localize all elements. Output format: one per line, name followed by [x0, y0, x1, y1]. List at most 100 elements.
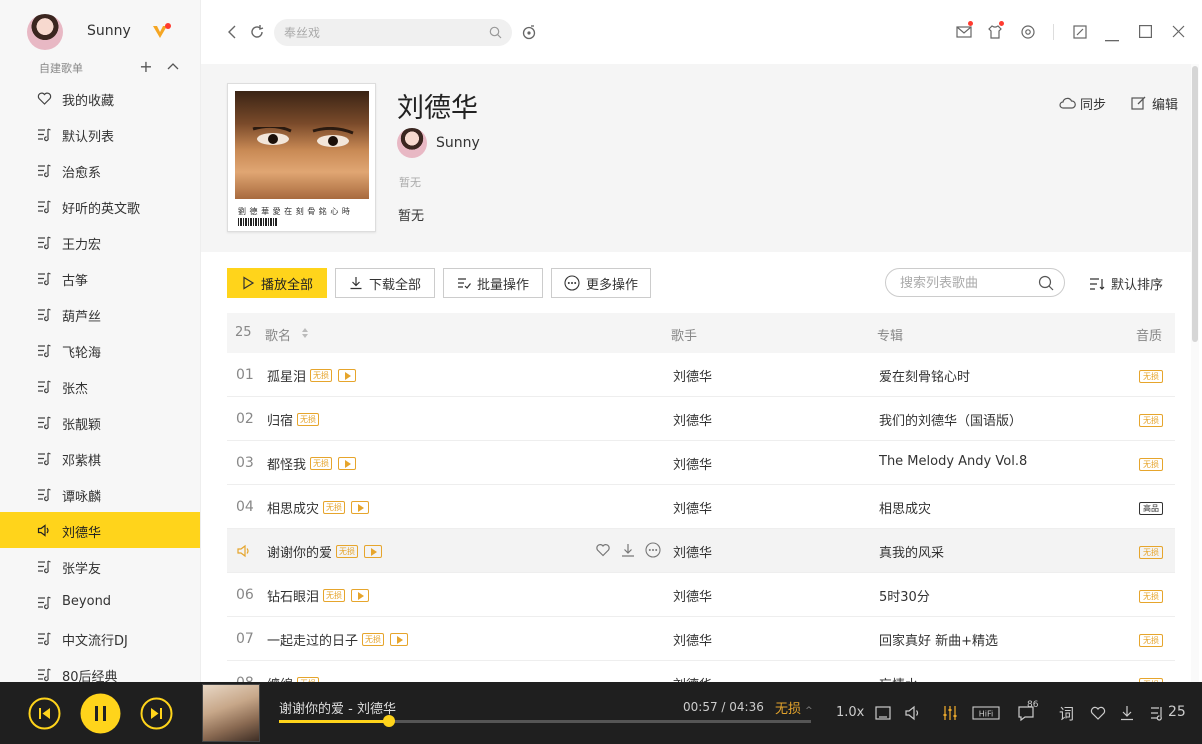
album-cell[interactable]: 回家真好 新曲+精选: [879, 630, 998, 649]
playlist-cover[interactable]: 劉 德 華 愛 在 刻 骨 銘 心 時: [227, 83, 376, 232]
sidebar-item[interactable]: 中文流行DJ: [0, 620, 200, 656]
maximize-icon[interactable]: [1139, 25, 1153, 39]
song-cell[interactable]: 归宿 无损: [267, 410, 320, 429]
song-recognition-icon[interactable]: [521, 24, 537, 40]
artist-cell[interactable]: 刘德华: [673, 542, 712, 561]
desktop-lyrics-icon[interactable]: [874, 704, 892, 722]
sidebar-item[interactable]: 默认列表: [0, 116, 200, 152]
sidebar-item[interactable]: 张靓颖: [0, 404, 200, 440]
avatar[interactable]: [27, 14, 63, 50]
sidebar-item[interactable]: 飞轮海: [0, 332, 200, 368]
download-all-button[interactable]: 下载全部: [335, 268, 435, 298]
artist-cell[interactable]: 刘德华: [673, 498, 712, 517]
search-icon[interactable]: [1038, 275, 1054, 291]
next-button[interactable]: [140, 697, 173, 730]
mv-play-icon[interactable]: [351, 501, 370, 514]
table-row[interactable]: 06 钻石眼泪 无损 刘德华 5时30分 无损: [227, 573, 1175, 617]
equalizer-icon[interactable]: [941, 704, 959, 722]
sidebar-item[interactable]: 谭咏麟: [0, 476, 200, 512]
song-title[interactable]: 钻石眼泪: [267, 586, 319, 605]
mv-play-icon[interactable]: [338, 369, 357, 382]
skin-icon[interactable]: [987, 24, 1003, 40]
album-cell[interactable]: 相思成灾: [879, 498, 931, 517]
song-cell[interactable]: 孤星泪 无损: [267, 366, 357, 385]
table-row[interactable]: 谢谢你的爱 无损 刘德华 真我的风采 无损: [227, 529, 1175, 573]
more-icon[interactable]: [645, 542, 661, 558]
sidebar-item[interactable]: 张杰: [0, 368, 200, 404]
playlist-tags[interactable]: 暂无: [399, 174, 421, 190]
progress-bar[interactable]: [279, 715, 811, 727]
table-row[interactable]: 08缠绵无损刘德华忘情水无损: [227, 661, 1175, 682]
download-icon[interactable]: [1118, 704, 1136, 722]
artist-cell[interactable]: 刘德华: [673, 410, 712, 429]
hifi-icon[interactable]: HiFi: [972, 704, 1000, 722]
scroll-thumb[interactable]: [1192, 66, 1198, 342]
song-cell[interactable]: 都怪我 无损: [267, 454, 357, 473]
volume-icon[interactable]: [904, 704, 922, 722]
settings-icon[interactable]: [1020, 24, 1036, 40]
search-input[interactable]: [284, 22, 484, 43]
col-song-header[interactable]: 歌名: [265, 325, 291, 344]
song-title[interactable]: 归宿: [267, 410, 293, 429]
mv-play-icon[interactable]: [351, 589, 370, 602]
album-cell[interactable]: 忘情水: [879, 674, 918, 682]
artist-cell[interactable]: 刘德华: [673, 630, 712, 649]
album-cell[interactable]: The Melody Andy Vol.8: [879, 454, 1027, 469]
mini-mode-icon[interactable]: [1073, 25, 1087, 39]
song-title[interactable]: 缠绵: [267, 674, 293, 682]
sidebar-item[interactable]: 我的收藏: [0, 80, 200, 116]
song-cell[interactable]: 谢谢你的爱 无损: [267, 542, 383, 561]
mv-play-icon[interactable]: [338, 457, 357, 470]
sidebar-item[interactable]: 张学友: [0, 548, 200, 584]
progress-knob[interactable]: [383, 715, 396, 727]
refresh-icon[interactable]: [249, 24, 265, 40]
artist-cell[interactable]: 刘德华: [673, 674, 712, 682]
song-title[interactable]: 相思成灾: [267, 498, 319, 517]
add-playlist-button[interactable]: +: [138, 58, 154, 76]
owner-name[interactable]: Sunny: [436, 135, 480, 151]
song-title[interactable]: 谢谢你的爱: [267, 542, 332, 561]
song-title[interactable]: 孤星泪: [267, 366, 306, 385]
scrollbar[interactable]: [1191, 64, 1199, 682]
heart-icon[interactable]: [1089, 704, 1107, 722]
edit-button[interactable]: 编辑: [1131, 94, 1178, 113]
album-cell[interactable]: 爱在刻骨铭心时: [879, 366, 970, 385]
close-icon[interactable]: [1172, 25, 1185, 38]
song-cell[interactable]: 钻石眼泪 无损: [267, 586, 370, 605]
mail-icon[interactable]: [956, 25, 972, 39]
pause-button[interactable]: [80, 693, 121, 734]
song-cell[interactable]: 相思成灾 无损: [267, 498, 370, 517]
song-cell[interactable]: 一起走过的日子 无损: [267, 630, 409, 649]
quality-selector[interactable]: 无损 ^: [775, 698, 813, 717]
artist-cell[interactable]: 刘德华: [673, 366, 712, 385]
previous-button[interactable]: [28, 697, 61, 730]
album-cell[interactable]: 5时30分: [879, 586, 930, 605]
sync-button[interactable]: 同步: [1059, 94, 1106, 113]
now-playing-cover[interactable]: [202, 684, 260, 742]
album-cell[interactable]: 我们的刘德华（国语版）: [879, 410, 1022, 429]
sidebar-item[interactable]: 邓紫棋: [0, 440, 200, 476]
table-row[interactable]: 01 孤星泪 无损 刘德华 爱在刻骨铭心时 无损: [227, 353, 1175, 397]
username[interactable]: Sunny: [87, 23, 131, 39]
artist-cell[interactable]: 刘德华: [673, 586, 712, 605]
minimize-icon[interactable]: [1105, 31, 1119, 42]
sidebar-item[interactable]: 葫芦丝: [0, 296, 200, 332]
owner-avatar[interactable]: [397, 128, 427, 158]
collapse-icon[interactable]: [166, 60, 180, 74]
sidebar-item[interactable]: 80后经典: [0, 656, 200, 682]
sidebar-item[interactable]: 王力宏: [0, 224, 200, 260]
table-row[interactable]: 03 都怪我 无损 刘德华 The Melody Andy Vol.8 无损: [227, 441, 1175, 485]
song-cell[interactable]: 缠绵无损: [267, 674, 320, 682]
queue-icon[interactable]: [1149, 704, 1167, 722]
sidebar-item[interactable]: Beyond: [0, 584, 200, 620]
sort-button[interactable]: 默认排序: [1089, 274, 1163, 293]
mv-play-icon[interactable]: [364, 545, 383, 558]
more-operations-button[interactable]: 更多操作: [551, 268, 651, 298]
speed-button[interactable]: 1.0x: [836, 705, 864, 720]
back-icon[interactable]: [225, 24, 239, 40]
sidebar-item[interactable]: 治愈系: [0, 152, 200, 188]
list-search-input[interactable]: [900, 273, 1030, 293]
song-title[interactable]: 一起走过的日子: [267, 630, 358, 649]
now-playing-title[interactable]: 谢谢你的爱 - 刘德华: [279, 698, 396, 717]
lyrics-button[interactable]: 词: [1059, 703, 1074, 724]
